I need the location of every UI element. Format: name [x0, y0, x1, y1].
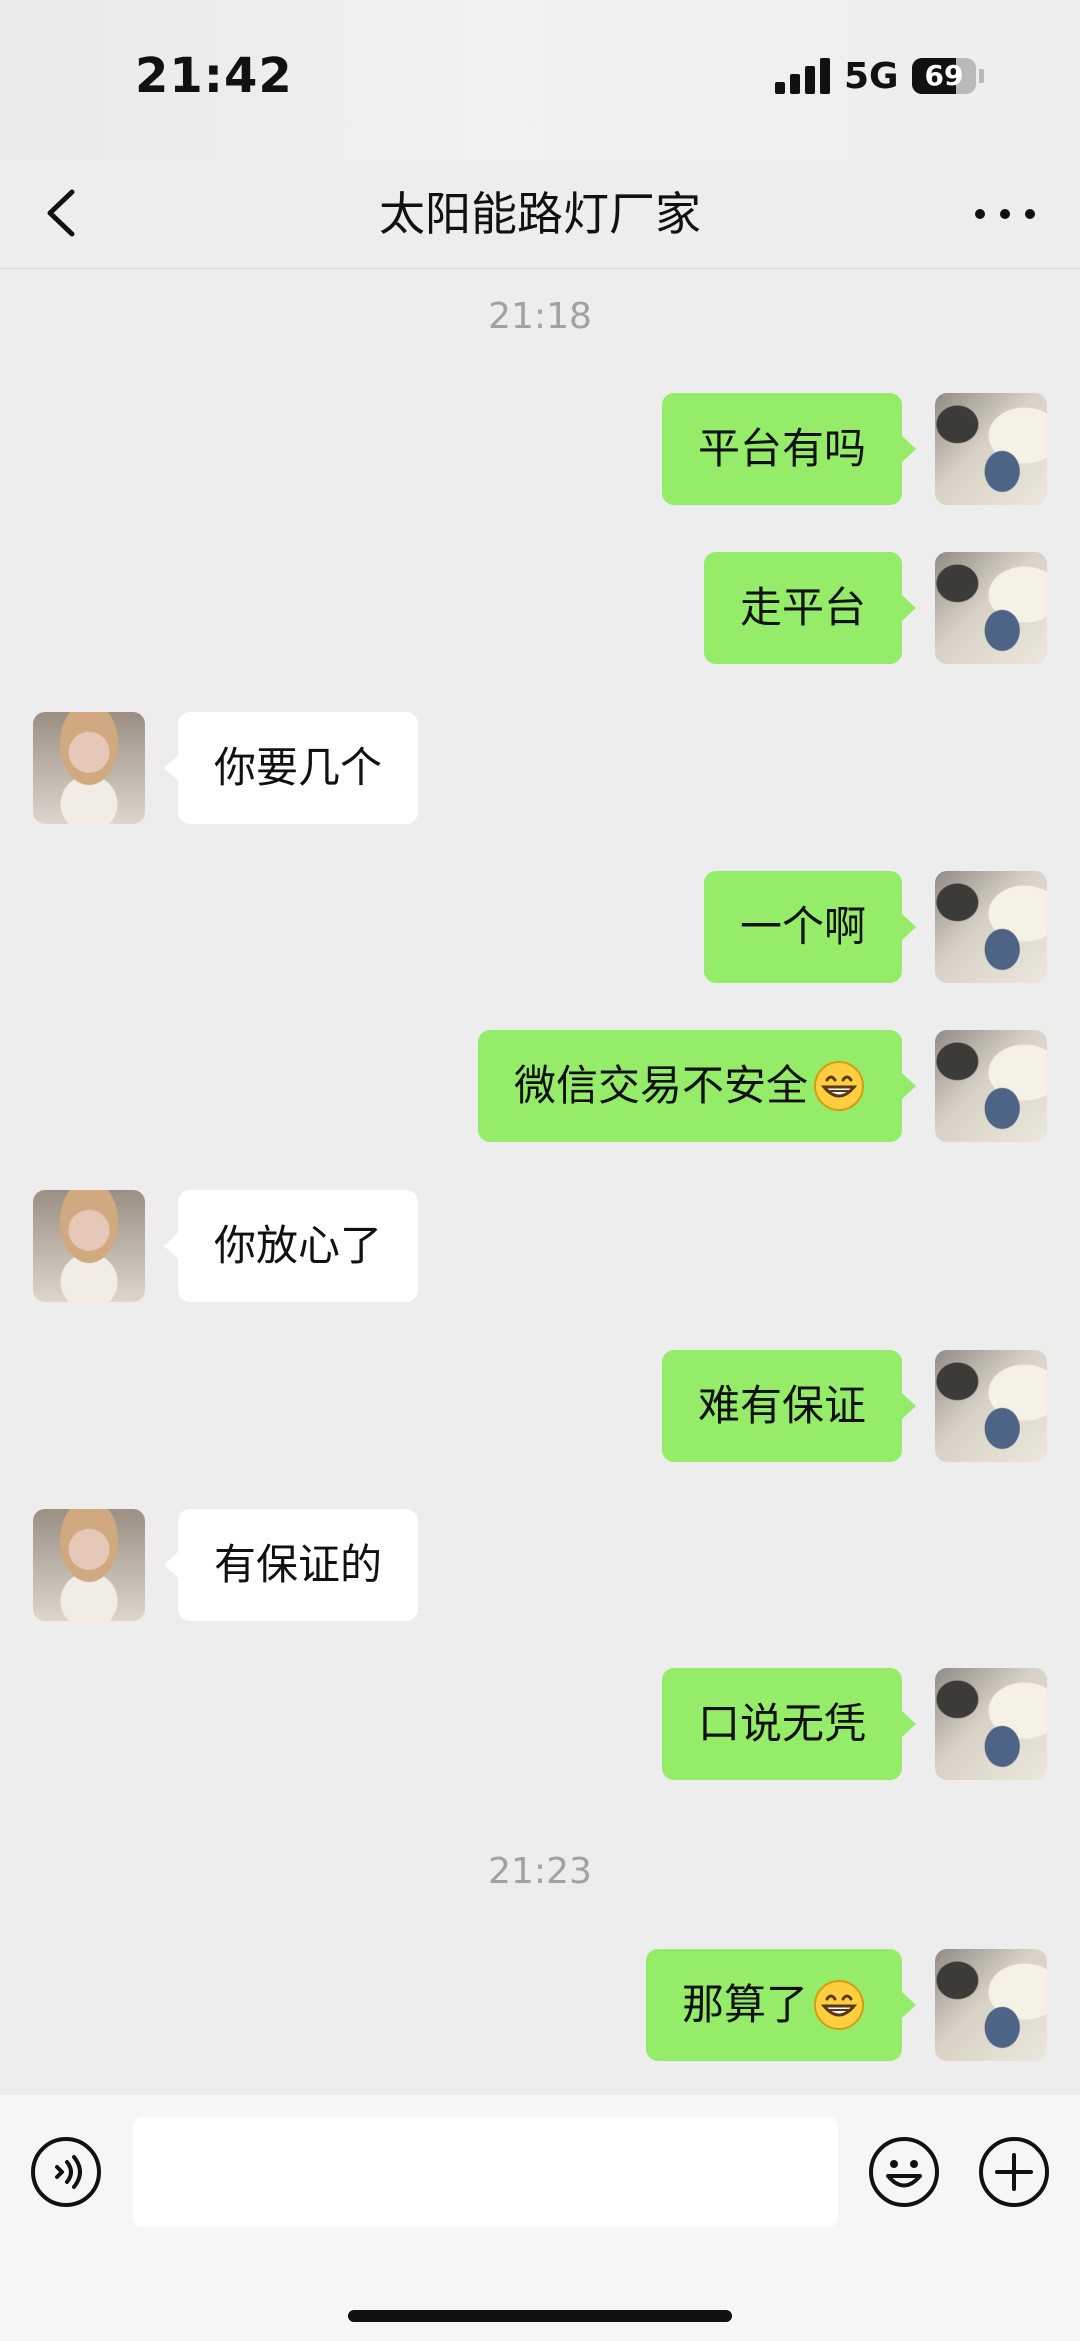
- message-text: 你放心了: [214, 1221, 383, 1270]
- grinning-face-icon: [814, 1060, 864, 1111]
- input-bar: [0, 2095, 1080, 2341]
- my-avatar[interactable]: [935, 393, 1047, 505]
- message-text: 难有保证: [697, 1381, 866, 1430]
- message-text: 一个啊: [739, 902, 866, 951]
- message-bubble[interactable]: 你放心了: [163, 1190, 419, 1302]
- timestamp: 21:18: [488, 296, 592, 337]
- message-bubble[interactable]: 平台有吗: [661, 393, 917, 505]
- status-bar: 21:42 5G 69: [0, 0, 1080, 160]
- emoji-button[interactable]: [867, 2135, 941, 2209]
- my-avatar[interactable]: [935, 1949, 1047, 2061]
- voice-button[interactable]: [29, 2135, 103, 2209]
- message-text: 走平台: [739, 583, 866, 632]
- message-text: 那算了: [681, 1980, 808, 2029]
- battery-tip: [979, 69, 984, 83]
- nav-bar: 太阳能路灯厂家: [0, 160, 1080, 269]
- chat-title: 太阳能路灯厂家: [379, 187, 701, 241]
- message-text: 平台有吗: [697, 424, 866, 473]
- more-button[interactable]: [970, 192, 1040, 236]
- message-text: 你要几个: [214, 743, 383, 792]
- message-bubble[interactable]: 一个啊: [703, 871, 917, 983]
- timestamp: 21:23: [488, 1851, 592, 1892]
- status-time: 21:42: [135, 48, 293, 104]
- back-chevron-icon: [47, 189, 75, 237]
- message-text: 微信交易不安全: [513, 1061, 808, 1110]
- more-dots-icon: [975, 209, 1035, 219]
- message-text: 口说无凭: [697, 1699, 866, 1748]
- message-input[interactable]: [133, 2117, 838, 2227]
- home-indicator: [348, 2310, 732, 2322]
- contact-avatar[interactable]: [33, 712, 145, 824]
- message-bubble[interactable]: 微信交易不安全: [477, 1030, 917, 1142]
- message-bubble[interactable]: 难有保证: [661, 1350, 917, 1462]
- my-avatar[interactable]: [935, 1030, 1047, 1142]
- message-text: 有保证的: [214, 1540, 383, 1589]
- emoji-icon: [869, 2137, 939, 2207]
- contact-avatar[interactable]: [33, 1190, 145, 1302]
- network-type: 5G: [844, 56, 899, 97]
- my-avatar[interactable]: [935, 1350, 1047, 1462]
- plus-button[interactable]: [977, 2135, 1051, 2209]
- signal-icon: [775, 58, 831, 94]
- my-avatar[interactable]: [935, 871, 1047, 983]
- message-bubble[interactable]: 你要几个: [163, 712, 419, 824]
- battery-icon: 69: [912, 58, 976, 94]
- back-button[interactable]: [30, 178, 100, 248]
- my-avatar[interactable]: [935, 552, 1047, 664]
- my-avatar[interactable]: [935, 1668, 1047, 1780]
- battery-percent: 69: [924, 59, 964, 92]
- message-bubble[interactable]: 那算了: [645, 1949, 917, 2061]
- contact-avatar[interactable]: [33, 1509, 145, 1621]
- grinning-face-icon: [814, 1979, 864, 2030]
- message-bubble[interactable]: 口说无凭: [661, 1668, 917, 1780]
- message-bubble[interactable]: 走平台: [703, 552, 917, 664]
- message-bubble[interactable]: 有保证的: [163, 1509, 419, 1621]
- voice-mode-icon: [31, 2137, 101, 2207]
- plus-icon: [979, 2137, 1049, 2207]
